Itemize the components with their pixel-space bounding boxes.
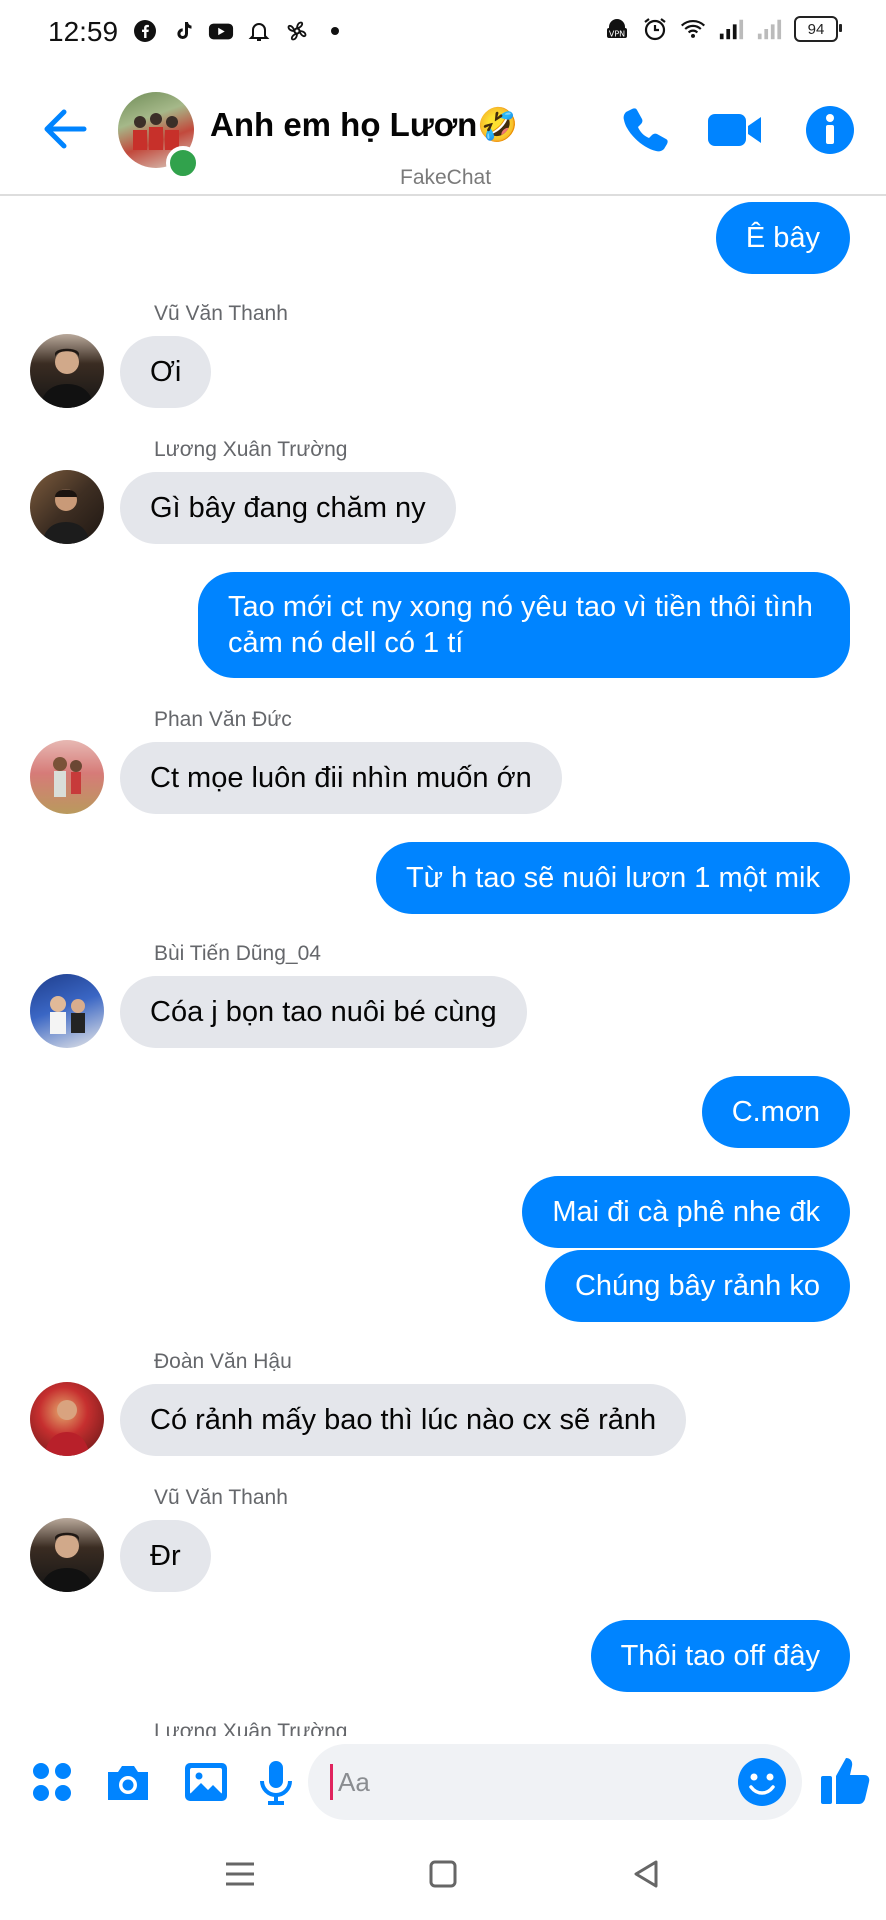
sender-name: Phan Văn Đức (154, 708, 292, 731)
message-composer (0, 1736, 886, 1828)
status-time: 12:59 (48, 16, 119, 47)
wifi-icon (680, 16, 706, 42)
sender-avatar[interactable] (30, 1518, 104, 1592)
battery-icon: 94 (794, 16, 842, 42)
pinwheel-icon (284, 18, 310, 44)
sender-name: Lương Xuân Trường (154, 1720, 348, 1736)
sender-name: Vũ Văn Thanh (154, 1486, 288, 1509)
watermark-label: FakeChat (400, 166, 492, 189)
info-icon[interactable] (804, 104, 856, 156)
sender-name: Đoàn Văn Hậu (154, 1350, 292, 1373)
microphone-icon[interactable] (252, 1758, 300, 1806)
incoming-message[interactable]: Ơi (120, 336, 212, 408)
youtube-icon (208, 18, 234, 44)
status-bar: 12:59 VPN 94 (0, 0, 886, 70)
sender-avatar[interactable] (30, 334, 104, 408)
alarm-icon (642, 16, 668, 42)
back-triangle-icon[interactable] (624, 1852, 668, 1896)
signal-icon (718, 16, 744, 42)
gallery-icon[interactable] (182, 1758, 230, 1806)
outgoing-message[interactable]: Tao mới ct ny xong nó yêu tao vì tiền th… (198, 572, 850, 678)
incoming-message[interactable]: Gì bây đang chăm ny (120, 472, 456, 544)
back-arrow-icon[interactable] (40, 104, 90, 154)
sender-name: Bùi Tiến Dũng_04 (154, 942, 321, 965)
battery-level: 94 (807, 20, 825, 38)
sender-avatar[interactable] (30, 740, 104, 814)
message-list[interactable]: Ê bây Vũ Văn Thanh Ơi Lương Xuân Trường … (0, 196, 886, 1736)
chat-header: Anh em họ Lươn🤣 FakeChat (0, 70, 886, 196)
home-square-icon[interactable] (421, 1852, 465, 1896)
sender-avatar[interactable] (30, 974, 104, 1048)
outgoing-message[interactable]: Từ h tao sẽ nuôi lươn 1 một mik (375, 842, 850, 914)
menu-icon[interactable] (218, 1852, 262, 1896)
camera-icon[interactable] (104, 1758, 152, 1806)
outgoing-message[interactable]: Thôi tao off đây (590, 1620, 850, 1692)
bell-icon (246, 18, 272, 44)
incoming-message[interactable]: Cóa j bọn tao nuôi bé cùng (120, 976, 527, 1048)
video-camera-icon[interactable] (706, 104, 764, 156)
outgoing-message[interactable]: Chúng bây rảnh ko (544, 1250, 850, 1322)
svg-text:VPN: VPN (609, 30, 625, 39)
dot-icon (322, 18, 348, 44)
vpn-icon: VPN (604, 16, 630, 42)
sender-avatar[interactable] (30, 1382, 104, 1456)
facebook-icon (132, 18, 158, 44)
sender-name: Lương Xuân Trường (154, 438, 348, 461)
message-input[interactable] (332, 1744, 718, 1820)
emoji-icon[interactable] (736, 1756, 788, 1808)
phone-icon[interactable] (618, 104, 670, 156)
message-input-container (308, 1744, 802, 1820)
chat-title[interactable]: Anh em họ Lươn🤣 (210, 106, 518, 145)
online-status-dot (166, 146, 200, 180)
outgoing-message[interactable]: Ê bây (715, 202, 850, 274)
signal-icon (756, 16, 782, 42)
outgoing-message[interactable]: Mai đi cà phê nhe đk (522, 1176, 850, 1248)
sender-name: Vũ Văn Thanh (154, 302, 288, 325)
thumbs-up-icon[interactable] (818, 1754, 872, 1808)
incoming-message[interactable]: Có rảnh mấy bao thì lúc nào cx sẽ rảnh (120, 1384, 687, 1456)
system-navigation-bar (0, 1828, 886, 1920)
outgoing-message[interactable]: C.mơn (701, 1076, 850, 1148)
apps-grid-icon[interactable] (28, 1758, 76, 1806)
incoming-message[interactable]: Ct mọe luôn đii nhìn muốn ớn (120, 742, 562, 814)
sender-avatar[interactable] (30, 470, 104, 544)
tiktok-icon (170, 18, 196, 44)
incoming-message[interactable]: Đr (120, 1520, 211, 1592)
